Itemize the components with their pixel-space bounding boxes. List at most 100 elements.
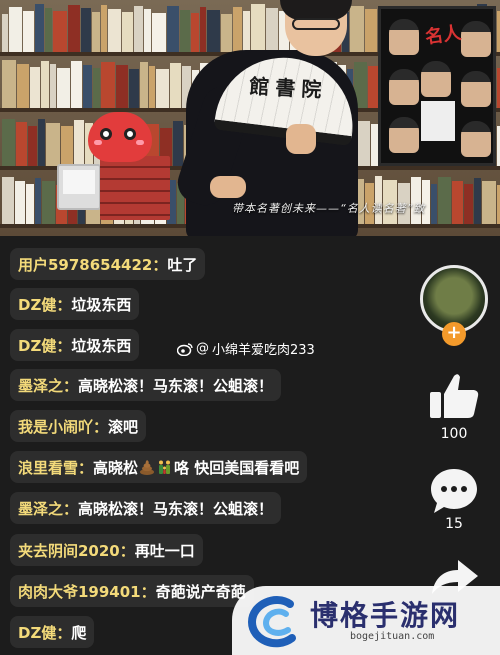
thumbs-up-icon[interactable]	[428, 370, 480, 420]
book-spine	[221, 13, 232, 52]
comment-text: 吐了	[167, 255, 198, 274]
comment-username[interactable]: 墨泽之：	[18, 375, 78, 396]
comment-username[interactable]: DZ健：	[18, 622, 71, 643]
family-emoji	[159, 460, 171, 474]
book-spine	[26, 184, 34, 224]
weibo-handle: 小绵羊爱吃肉233	[212, 343, 315, 358]
book-spine	[38, 119, 45, 166]
comment-username[interactable]: 墨泽之：	[18, 498, 78, 519]
comment-item[interactable]: 夹去阴间2020： 再吐一口	[10, 534, 203, 566]
book-spine	[156, 69, 169, 108]
book-spine	[101, 61, 115, 108]
comment-item[interactable]: 我是小闹吖： 滚吧	[10, 410, 147, 442]
poster-title: 名人	[423, 22, 463, 49]
comment-username[interactable]: DZ健：	[18, 294, 71, 315]
mascot-figure	[82, 112, 162, 172]
book-spine	[266, 7, 278, 52]
comment-item[interactable]: 肉肉大爷199401： 奇葩说产奇葩	[10, 575, 254, 607]
book-spine	[2, 177, 14, 224]
book-spine	[68, 4, 80, 52]
weibo-watermark: @ 小绵羊爱吃肉233	[177, 339, 315, 358]
book-spine	[474, 177, 481, 224]
book-spine	[2, 13, 8, 52]
book-spine	[46, 122, 60, 166]
weibo-icon	[177, 342, 193, 356]
book-spine	[144, 9, 151, 52]
book-spine	[167, 6, 179, 52]
book-spine	[81, 8, 91, 52]
site-watermark: 博格手游网 bogejituan.com	[232, 586, 500, 655]
book-spine	[251, 4, 265, 52]
comment-item[interactable]: 浪里看雪： 高晓松 咯 快回美国看看吧	[10, 451, 308, 483]
book-spine	[15, 180, 25, 224]
comment-text: 高晓松滚！马东滚！公蛆滚！	[78, 376, 274, 395]
comment-username[interactable]: 我是小闹吖：	[18, 416, 108, 437]
host-hair	[280, 0, 352, 20]
book-spine	[35, 177, 41, 224]
book-spine	[2, 60, 16, 108]
comment-text: 高晓松滚！马东滚！公蛆滚！	[78, 499, 274, 518]
book-spine	[61, 126, 73, 166]
weibo-at-sign: @	[196, 341, 209, 356]
video-player[interactable]: 館書院 名人 带本名著创未来——“名人读名著”致	[0, 0, 500, 236]
book-spine	[431, 183, 437, 224]
book-spine	[57, 67, 70, 108]
comment-text: 爬	[71, 623, 87, 642]
book-spine	[28, 125, 37, 166]
comment-item[interactable]: 用户5978654422： 吐了	[10, 248, 206, 280]
book-spine	[482, 181, 496, 224]
video-caption: 带本名著创未来——“名人读名著”致	[232, 202, 426, 215]
book-spine	[45, 7, 52, 52]
comment-text: 滚吧	[108, 417, 139, 436]
comment-text: 咯 快回美国看看吧	[174, 458, 300, 477]
book-spine	[438, 177, 451, 224]
comment-text: 垃圾东西	[71, 336, 132, 355]
like-count: 100	[440, 426, 468, 442]
book-spine	[42, 181, 55, 224]
book-spine	[140, 62, 148, 108]
fan-calligraphy: 館書院	[248, 74, 328, 103]
book-spine	[365, 9, 377, 52]
comment-username[interactable]: DZ健：	[18, 335, 71, 356]
comment-text: 高晓松	[93, 458, 139, 477]
comment-username[interactable]: 肉肉大爷199401：	[18, 581, 156, 602]
site-logo-icon	[247, 596, 296, 648]
book-spine	[30, 67, 40, 108]
book-spine	[35, 4, 44, 52]
book-spine	[180, 9, 190, 52]
book-spine	[129, 68, 139, 108]
book-spine	[358, 120, 370, 166]
comment-item[interactable]: 墨泽之： 高晓松滚！马东滚！公蛆滚！	[10, 492, 282, 524]
comment-item[interactable]: 墨泽之： 高晓松滚！马东滚！公蛆滚！	[10, 369, 282, 401]
book-spine	[116, 65, 128, 108]
comment-text: 垃圾东西	[71, 295, 132, 314]
comment-item[interactable]: DZ健： 垃圾东西	[10, 329, 140, 361]
book-spine	[2, 118, 15, 166]
comment-item[interactable]: DZ健： 垃圾东西	[10, 288, 140, 320]
book-spine	[200, 6, 206, 52]
book-spine	[9, 7, 22, 52]
book-spine	[41, 60, 49, 108]
comment-text: 再吐一口	[134, 541, 195, 560]
comment-bubble-icon[interactable]	[428, 466, 480, 516]
book-spine	[464, 184, 473, 224]
book-spine	[23, 10, 34, 52]
book-spine	[83, 64, 92, 108]
book-spine	[53, 11, 67, 52]
host-hand	[286, 124, 316, 154]
comment-username[interactable]: 浪里看雪：	[18, 457, 93, 478]
comment-item[interactable]: DZ健： 爬	[10, 616, 95, 648]
book-spine	[173, 121, 183, 166]
follow-plus-icon[interactable]: +	[442, 322, 466, 346]
book-spine	[101, 5, 107, 52]
book-spine	[108, 8, 121, 52]
book-spine	[122, 12, 133, 52]
site-title: 博格手游网	[310, 599, 461, 632]
comment-username[interactable]: 夹去阴间2020：	[18, 540, 135, 561]
host-hand	[210, 176, 246, 198]
host-glasses	[292, 18, 340, 30]
comment-username[interactable]: 用户5978654422：	[18, 254, 167, 275]
poop-emoji	[140, 460, 155, 475]
book-spine	[350, 5, 364, 52]
book-spine	[71, 61, 82, 108]
